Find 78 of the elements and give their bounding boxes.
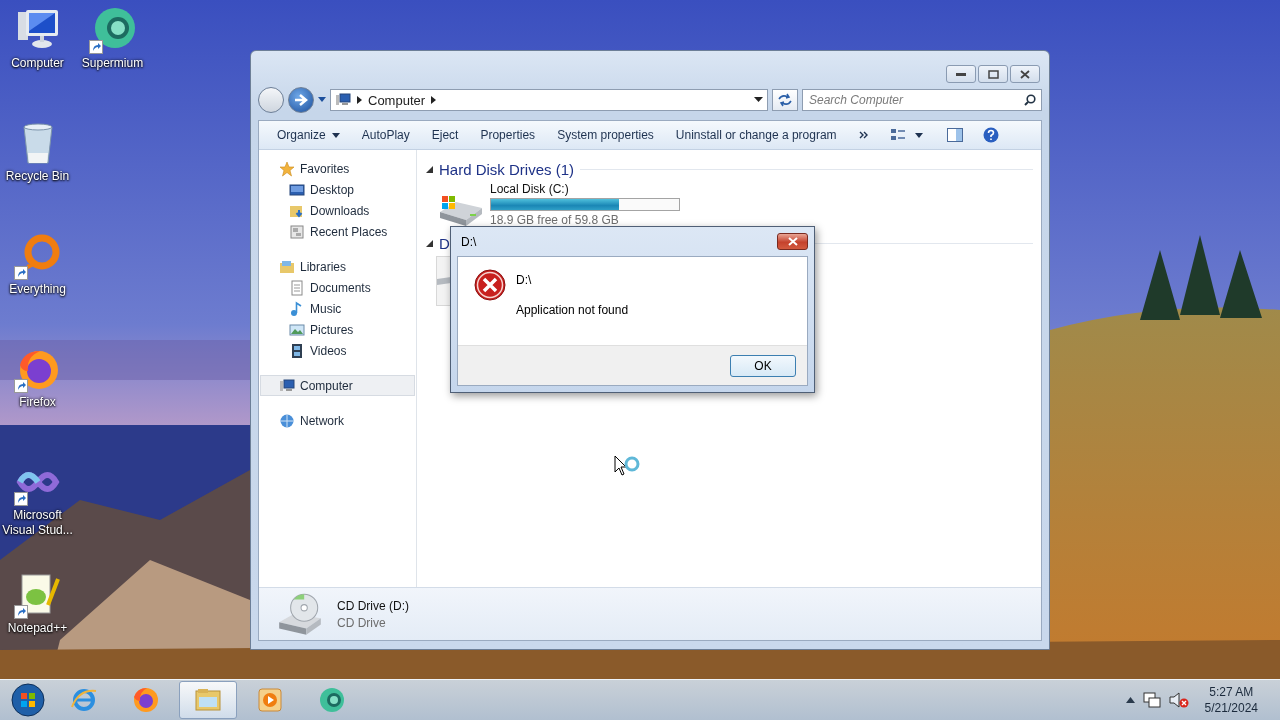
group-heading: D <box>439 234 450 252</box>
nav-item[interactable]: Downloads <box>260 200 415 221</box>
star-icon <box>279 160 295 177</box>
dropdown-caret-icon[interactable] <box>754 97 763 103</box>
nav-item[interactable]: Recent Places <box>260 221 415 242</box>
computer-icon <box>279 377 295 394</box>
refresh-icon <box>777 93 793 107</box>
document-icon <box>289 279 305 296</box>
collapse-arrow-icon[interactable] <box>426 239 433 247</box>
caret-icon <box>431 96 437 104</box>
refresh-button[interactable] <box>772 89 798 111</box>
toolbar-command[interactable]: Organize <box>269 123 348 147</box>
address-field[interactable]: Computer <box>330 89 768 111</box>
forward-button[interactable] <box>288 87 314 113</box>
free-space-text: 18.9 GB free of 59.8 GB <box>490 213 620 227</box>
nav-item[interactable]: Computer <box>260 375 415 396</box>
close-button[interactable] <box>1010 65 1040 83</box>
more-commands-icon[interactable] <box>858 131 869 139</box>
close-icon <box>1020 69 1030 79</box>
network-icon[interactable] <box>1142 692 1161 708</box>
ok-button[interactable]: OK <box>730 354 796 377</box>
maximize-icon <box>987 69 999 79</box>
preview-pane-icon[interactable] <box>946 128 963 142</box>
nav-item[interactable]: Pictures <box>260 319 415 340</box>
speaker-muted-icon[interactable] <box>1168 692 1189 708</box>
desktop-icon-label[interactable]: Microsoft Visual Stud... <box>1 508 74 538</box>
picture-icon <box>289 321 305 338</box>
film-strip-icon <box>289 342 305 359</box>
toolbar-command[interactable]: Properties <box>472 123 544 147</box>
clock-date[interactable]: 5/21/2024 <box>1204 700 1258 716</box>
nav-item[interactable]: Documents <box>260 277 415 298</box>
toolbar-command[interactable]: Uninstall or change a program <box>667 123 845 147</box>
toolbar-command[interactable]: System properties <box>549 123 662 147</box>
desktop-icon-label[interactable]: Computer <box>1 56 74 71</box>
firefox-logo-icon <box>131 685 161 715</box>
drive-name[interactable]: Local Disk (C:) <box>490 182 680 196</box>
right-arrow-icon <box>294 94 308 106</box>
recent-places-icon <box>289 223 305 240</box>
collapse-arrow-icon[interactable] <box>426 165 433 173</box>
error-icon <box>474 269 506 301</box>
toolbar-command[interactable]: Eject <box>423 123 467 147</box>
nav-item[interactable]: Desktop <box>260 179 415 200</box>
dialog-message: Application not found <box>516 303 629 317</box>
group-heading: Hard Disk Drives (1) <box>439 160 574 178</box>
nav-item[interactable]: Network <box>260 410 415 431</box>
desktop-icon-label[interactable]: Everything <box>1 282 74 297</box>
desktop-icon <box>289 181 305 198</box>
search-field[interactable]: Search Computer <box>802 89 1042 111</box>
back-button[interactable] <box>258 87 284 113</box>
desktop-icon-label[interactable]: Recycle Bin <box>1 169 74 184</box>
dialog-title: D:\ <box>461 234 477 249</box>
close-button[interactable] <box>777 233 808 250</box>
desktop-icon-label[interactable]: Supermium <box>76 56 149 71</box>
search-icon <box>1024 94 1036 106</box>
details-name: CD Drive (D:) <box>337 598 409 613</box>
details-type: CD Drive <box>337 615 387 630</box>
library-folder-icon <box>279 258 295 275</box>
nav-item[interactable]: Libraries <box>260 256 415 277</box>
computer-icon <box>335 92 351 108</box>
media-player-icon <box>255 685 285 715</box>
caret-icon <box>357 96 362 104</box>
nav-item[interactable]: Music <box>260 298 415 319</box>
minimize-button[interactable] <box>946 65 976 83</box>
caret-icon[interactable] <box>318 97 326 103</box>
close-icon <box>787 237 798 246</box>
clock-time[interactable]: 5:27 AM <box>1209 684 1254 700</box>
network-icon <box>279 412 295 429</box>
show-hidden-icons-icon[interactable] <box>1125 697 1135 703</box>
dialog-heading: D:\ <box>516 273 533 287</box>
help-icon[interactable] <box>982 127 999 143</box>
nav-item[interactable]: Favorites <box>260 158 415 179</box>
nav-item[interactable]: Videos <box>260 340 415 361</box>
supermium-logo-icon <box>317 685 347 715</box>
minimize-icon <box>956 72 966 76</box>
desktop-icon-label[interactable]: Notepad++ <box>1 621 74 636</box>
view-options-icon[interactable] <box>890 128 923 142</box>
maximize-button[interactable] <box>978 65 1008 83</box>
toolbar-command[interactable]: AutoPlay <box>353 123 418 147</box>
